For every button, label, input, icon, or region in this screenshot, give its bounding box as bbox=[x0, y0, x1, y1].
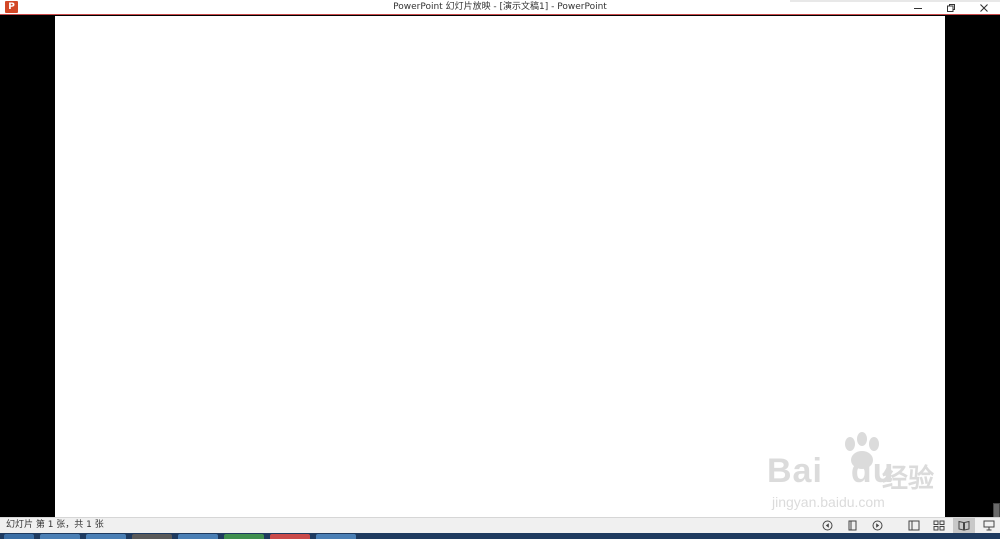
baidu-jingyan-watermark: Bai du 经验 jingyan.baidu.com bbox=[762, 432, 942, 517]
status-controls bbox=[813, 518, 1000, 533]
title-bar: P PowerPoint 幻灯片放映 - [演示文稿1] - PowerPoin… bbox=[0, 0, 1000, 15]
watermark-cn-text: 经验 bbox=[882, 464, 935, 494]
reading-view-button[interactable] bbox=[953, 518, 975, 533]
close-icon bbox=[979, 3, 988, 12]
slide-sorter-button[interactable] bbox=[928, 518, 950, 533]
minimize-icon bbox=[913, 7, 922, 9]
taskbar-item[interactable] bbox=[316, 534, 356, 539]
taskbar-item[interactable] bbox=[132, 534, 172, 539]
slideshow-icon bbox=[983, 520, 995, 531]
slide-sorter-icon bbox=[933, 520, 945, 531]
restore-icon bbox=[946, 3, 955, 12]
window-title: PowerPoint 幻灯片放映 - [演示文稿1] - PowerPoint bbox=[393, 2, 607, 12]
taskbar-item[interactable] bbox=[224, 534, 264, 539]
next-icon bbox=[872, 520, 882, 531]
minimize-button[interactable] bbox=[901, 0, 934, 15]
slideshow-stage[interactable]: Bai du 经验 jingyan.baidu.com bbox=[0, 16, 1000, 539]
previous-slide-button[interactable] bbox=[816, 518, 838, 533]
taskbar-item[interactable] bbox=[270, 534, 310, 539]
window-controls bbox=[901, 0, 1000, 15]
slideshow-view-button[interactable] bbox=[978, 518, 1000, 533]
taskbar-item[interactable] bbox=[86, 534, 126, 539]
restore-button[interactable] bbox=[934, 0, 967, 15]
normal-view-button[interactable] bbox=[903, 518, 925, 533]
status-bar: 幻灯片 第 1 张，共 1 张 bbox=[0, 517, 1000, 533]
slide-menu-button[interactable] bbox=[841, 518, 863, 533]
watermark-url-text: jingyan.baidu.com bbox=[772, 494, 885, 510]
reading-view-icon bbox=[958, 520, 970, 531]
menu-icon bbox=[848, 520, 856, 531]
watermark-main-text: Bai du bbox=[767, 452, 895, 490]
taskbar-item[interactable] bbox=[40, 534, 80, 539]
previous-icon bbox=[822, 520, 832, 531]
normal-view-icon bbox=[908, 520, 920, 531]
slide-count-status: 幻灯片 第 1 张，共 1 张 bbox=[6, 520, 104, 530]
taskbar-item[interactable] bbox=[4, 534, 34, 539]
taskbar-item[interactable] bbox=[178, 534, 218, 539]
next-slide-button[interactable] bbox=[866, 518, 888, 533]
close-button[interactable] bbox=[967, 0, 1000, 15]
powerpoint-window: P PowerPoint 幻灯片放映 - [演示文稿1] - PowerPoin… bbox=[0, 0, 1000, 539]
os-taskbar bbox=[0, 533, 1000, 539]
